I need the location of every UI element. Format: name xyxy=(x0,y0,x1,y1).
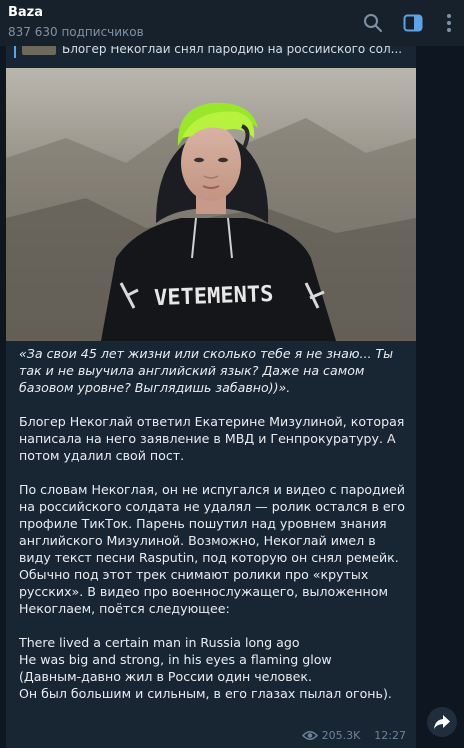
view-count: 205.3K xyxy=(321,729,361,742)
lyrics-block: There lived a certain man in Russia long… xyxy=(19,634,409,702)
chat-header: Baza 837 630 подписчиков xyxy=(0,0,464,46)
eye-icon xyxy=(301,731,318,740)
portrait-image: VETEMENTS xyxy=(6,68,416,341)
message-time: 12:27 xyxy=(374,729,406,742)
lyrics-line: (Давным-давно жил в России один человек. xyxy=(19,669,312,684)
body-paragraph: Блогер Некоглай ответил Екатерине Мизули… xyxy=(19,414,405,463)
sidebar-toggle-icon[interactable] xyxy=(402,12,424,34)
subscriber-count: 837 630 подписчиков xyxy=(8,25,144,39)
share-button[interactable] xyxy=(427,707,457,737)
message-bubble: Блогер Некоглай снял пародию на российск… xyxy=(6,36,416,748)
post-photo[interactable]: VETEMENTS xyxy=(6,68,416,341)
body-paragraph: По словам Некоглая, он не испугался и ви… xyxy=(19,482,406,616)
message-text: «За свои 45 лет жизни или сколько тебе я… xyxy=(19,345,409,702)
hoodie-print: VETEMENTS xyxy=(154,282,274,311)
lyrics-line: There lived a certain man in Russia long… xyxy=(19,635,300,650)
message-meta: 205.3K 12:27 xyxy=(301,729,406,742)
more-vertical-icon[interactable] xyxy=(438,12,460,34)
quote-paragraph: «За свои 45 лет жизни или сколько тебе я… xyxy=(19,346,394,395)
lyrics-line: He was big and strong, in his eyes a fla… xyxy=(19,652,332,667)
search-icon[interactable] xyxy=(362,12,384,34)
channel-title[interactable]: Baza xyxy=(8,5,43,20)
lyrics-line: Он был большим и сильным, в его глазах п… xyxy=(19,686,392,701)
share-arrow-icon xyxy=(434,715,450,729)
